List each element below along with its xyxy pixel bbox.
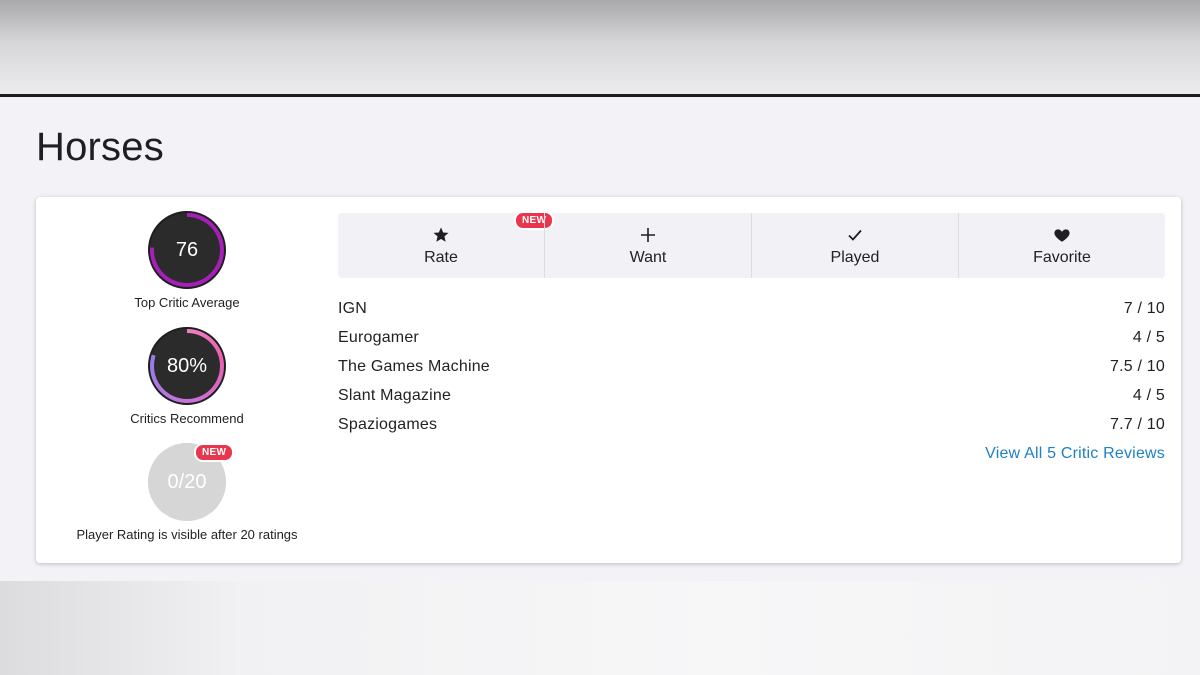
star-icon [432, 225, 450, 245]
rate-button[interactable]: Rate NEW [338, 211, 555, 278]
action-bar: Rate NEW Want Played Favorite [338, 211, 1165, 278]
critics-recommend-ring: 80% [148, 327, 226, 405]
new-badge: NEW [194, 443, 235, 462]
player-rating-label: Player Rating is visible after 20 rating… [76, 527, 298, 542]
review-outlet: Slant Magazine [338, 387, 452, 404]
want-label: Want [629, 248, 667, 266]
played-button[interactable]: Played [751, 213, 958, 278]
review-row[interactable]: Slant Magazine 4 / 5 [338, 387, 1165, 416]
plus-icon [640, 225, 656, 245]
favorite-label: Favorite [1033, 248, 1091, 266]
player-rating-ring: 0/20 NEW [148, 443, 235, 521]
top-critic-score: 76 [154, 217, 220, 283]
review-score: 7.7 / 10 [1110, 416, 1165, 433]
review-score: 4 / 5 [1132, 387, 1165, 404]
view-all-reviews-link[interactable]: View All 5 Critic Reviews [985, 445, 1165, 463]
review-outlet: Spaziogames [338, 416, 438, 433]
review-outlet: The Games Machine [338, 358, 490, 375]
played-label: Played [830, 248, 880, 266]
review-score: 4 / 5 [1132, 329, 1165, 346]
critics-recommend[interactable]: 80% Critics Recommend [56, 327, 318, 426]
top-critic-score-ring: 76 [148, 211, 226, 289]
review-score: 7 / 10 [1123, 300, 1165, 317]
heart-icon [1053, 225, 1071, 245]
page-title: Horses [36, 125, 164, 169]
game-page: Horses 76 Top Critic Average 80% Critics… [0, 97, 1200, 581]
check-icon [847, 225, 863, 245]
favorite-button[interactable]: Favorite [958, 213, 1165, 278]
critics-recommend-score: 80% [154, 333, 220, 399]
rate-label: Rate [424, 248, 458, 266]
want-button[interactable]: Want [544, 213, 751, 278]
review-outlet: IGN [338, 300, 368, 317]
blurred-header-background [0, 0, 1200, 94]
review-row[interactable]: Spaziogames 7.7 / 10 [338, 416, 1165, 445]
review-row[interactable]: Eurogamer 4 / 5 [338, 329, 1165, 358]
critics-recommend-label: Critics Recommend [130, 411, 244, 426]
player-rating[interactable]: 0/20 NEW Player Rating is visible after … [56, 443, 318, 542]
critic-reviews-list: IGN 7 / 10 Eurogamer 4 / 5 The Games Mac… [338, 300, 1165, 445]
review-score: 7.5 / 10 [1110, 358, 1165, 375]
blurred-footer-background [0, 581, 1200, 675]
top-critic-average[interactable]: 76 Top Critic Average [56, 211, 318, 310]
review-row[interactable]: The Games Machine 7.5 / 10 [338, 358, 1165, 387]
score-card: 76 Top Critic Average 80% Critics Recomm… [36, 197, 1181, 563]
review-row[interactable]: IGN 7 / 10 [338, 300, 1165, 329]
top-critic-label: Top Critic Average [134, 295, 240, 310]
review-outlet: Eurogamer [338, 329, 419, 346]
